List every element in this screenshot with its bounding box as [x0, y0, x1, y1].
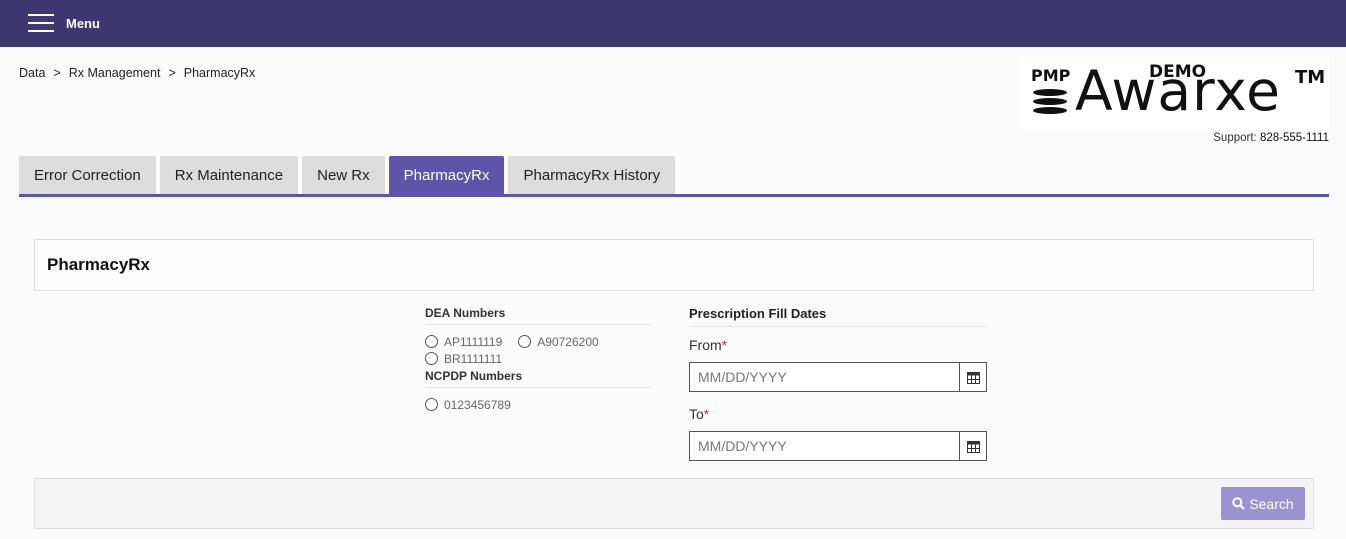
breadcrumb-item-pharmacyrx: PharmacyRx: [183, 66, 256, 80]
to-date-input[interactable]: [690, 432, 959, 460]
tab-error-correction[interactable]: Error Correction: [19, 156, 156, 195]
support-line: Support: 828-555-1111: [1213, 132, 1329, 144]
radio-icon: [425, 398, 438, 411]
support-label: Support:: [1213, 132, 1257, 144]
search-button[interactable]: Search: [1221, 487, 1305, 520]
search-icon: [1232, 497, 1246, 510]
dea-radio-3[interactable]: BR1111111: [425, 350, 502, 367]
radio-icon: [518, 335, 532, 348]
radio-icon: [425, 335, 438, 348]
ncpdp-option-label: 0123456789: [444, 397, 511, 412]
dea-option-label: BR1111111: [444, 351, 503, 366]
breadcrumb-item-rx-management[interactable]: Rx Management: [69, 66, 161, 80]
to-label: To*: [689, 406, 987, 422]
tab-new-rx[interactable]: New Rx: [302, 156, 385, 195]
dea-option-label: A90726200: [537, 334, 599, 349]
panel-header: PharmacyRx: [34, 239, 1314, 291]
logo-trademark: TM: [1295, 67, 1326, 88]
from-calendar-button[interactable]: [959, 363, 986, 391]
dea-radio-1[interactable]: AP1111119: [425, 333, 502, 350]
required-mark: *: [721, 337, 728, 353]
hamburger-icon: [28, 13, 54, 33]
breadcrumb-item-data[interactable]: Data: [19, 66, 45, 80]
fill-dates-section: Prescription Fill Dates From* To*: [689, 306, 987, 461]
support-phone: 828-555-1111: [1259, 132, 1329, 144]
required-mark: *: [703, 406, 710, 422]
tab-pharmacyrx[interactable]: PharmacyRx: [388, 156, 505, 195]
from-date-field: [689, 362, 987, 392]
dea-section: DEA Numbers AP1111119 A90726200 BR111111…: [425, 306, 652, 413]
fill-dates-title: Prescription Fill Dates: [689, 306, 987, 327]
to-label-text: To: [689, 406, 704, 422]
tab-underline: [19, 194, 1329, 197]
logo-pmp: PMP: [1031, 66, 1071, 85]
from-date-input[interactable]: [690, 363, 959, 391]
to-date-field: [689, 431, 987, 461]
calendar-icon: [966, 440, 980, 453]
from-label-text: From: [689, 337, 722, 353]
breadcrumb-separator: >: [53, 66, 61, 80]
pill-stack-icon: [1033, 89, 1067, 116]
ncpdp-title: NCPDP Numbers: [425, 369, 652, 388]
tab-pharmacyrx-history[interactable]: PharmacyRx History: [508, 156, 676, 195]
search-label: Search: [1249, 495, 1294, 512]
breadcrumb: Data > Rx Management > PharmacyRx: [19, 66, 255, 80]
awarxe-logo: PMP DEMO Awarxe TM: [1019, 57, 1329, 130]
tab-bar: Error Correction Rx Maintenance New Rx P…: [19, 156, 676, 195]
breadcrumb-separator: >: [168, 66, 176, 80]
tab-rx-maintenance[interactable]: Rx Maintenance: [159, 156, 299, 195]
page-title: PharmacyRx: [47, 255, 151, 274]
dea-title: DEA Numbers: [425, 306, 652, 325]
menu-button[interactable]: Menu: [28, 12, 100, 34]
from-label: From*: [689, 337, 987, 353]
to-calendar-button[interactable]: [959, 432, 986, 460]
dea-radio-2[interactable]: A90726200: [518, 333, 599, 350]
ncpdp-radio-1[interactable]: 0123456789: [425, 396, 511, 413]
action-bar: Search: [34, 478, 1314, 529]
top-bar: Menu: [0, 0, 1346, 47]
calendar-icon: [966, 371, 980, 384]
dea-option-label: AP1111119: [444, 334, 503, 349]
radio-icon: [425, 352, 438, 365]
menu-label: Menu: [66, 15, 100, 31]
logo-name: Awarxe: [1075, 59, 1281, 123]
